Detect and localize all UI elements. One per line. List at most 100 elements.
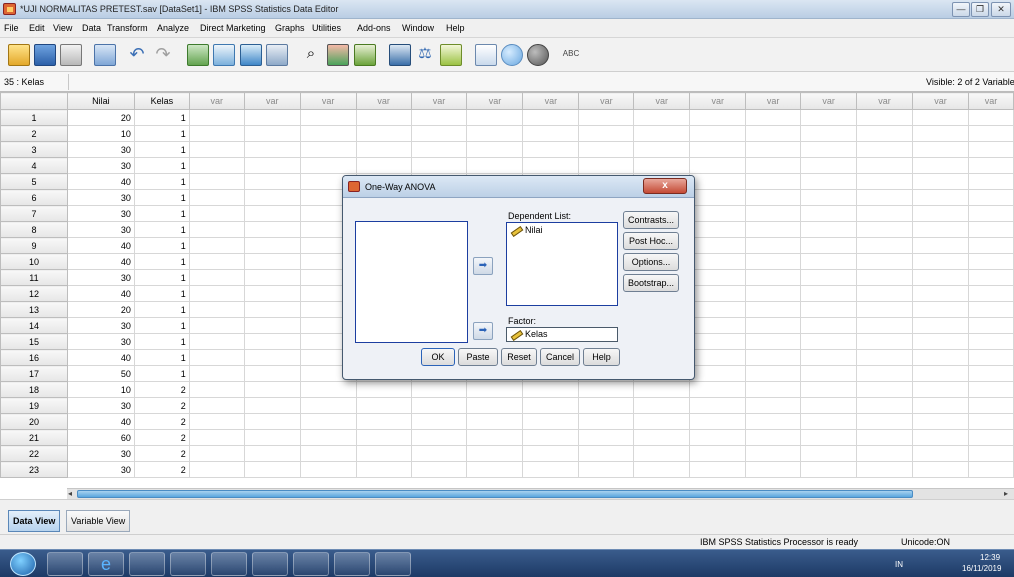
cell-kelas[interactable]: 1 — [133, 157, 190, 174]
cell-empty[interactable] — [911, 189, 969, 206]
cell-nilai[interactable]: 30 — [66, 157, 135, 174]
internet-explorer-icon[interactable]: e — [88, 552, 124, 576]
cell-empty[interactable] — [188, 461, 245, 478]
cell-empty[interactable] — [689, 253, 747, 270]
cell-nilai[interactable]: 30 — [66, 189, 135, 206]
help-button[interactable]: Help — [583, 348, 620, 366]
cell-empty[interactable] — [522, 125, 580, 142]
cell-empty[interactable] — [800, 333, 858, 350]
cell-empty[interactable] — [800, 445, 858, 462]
cell-empty[interactable] — [188, 333, 245, 350]
cell-empty[interactable] — [243, 109, 301, 126]
cell-empty[interactable] — [967, 365, 1014, 382]
pdf-reader-icon[interactable] — [334, 552, 370, 576]
corner-cell[interactable] — [0, 92, 68, 110]
cell-empty[interactable] — [800, 189, 858, 206]
menu-utilities[interactable]: Utilities — [312, 23, 341, 33]
menu-view[interactable]: View — [53, 23, 72, 33]
cell-empty[interactable] — [689, 141, 747, 158]
column-header-var-12[interactable]: var — [745, 92, 802, 110]
bootstrap-button[interactable]: Bootstrap... — [623, 274, 679, 292]
dependent-list[interactable]: Nilai — [506, 222, 618, 306]
cell-empty[interactable] — [689, 333, 747, 350]
factor-field[interactable]: Kelas — [506, 327, 618, 342]
cell-empty[interactable] — [967, 285, 1014, 302]
cell-empty[interactable] — [522, 397, 580, 414]
column-header-var-15[interactable]: var — [911, 92, 969, 110]
column-header-var-13[interactable]: var — [800, 92, 858, 110]
cell-empty[interactable] — [522, 141, 580, 158]
cell-empty[interactable] — [578, 157, 635, 174]
cell-empty[interactable] — [466, 125, 524, 142]
row-number[interactable]: 20 — [0, 413, 68, 430]
cell-empty[interactable] — [800, 269, 858, 286]
horizontal-scrollbar[interactable]: ◂ ▸ — [67, 488, 1014, 499]
row-number[interactable]: 4 — [0, 157, 68, 174]
cell-empty[interactable] — [578, 413, 635, 430]
cell-empty[interactable] — [522, 157, 580, 174]
cell-empty[interactable] — [243, 173, 301, 190]
word-icon[interactable] — [293, 552, 329, 576]
cell-empty[interactable] — [689, 173, 747, 190]
cell-empty[interactable] — [800, 205, 858, 222]
cell-empty[interactable] — [967, 301, 1014, 318]
cell-empty[interactable] — [689, 109, 747, 126]
cell-nilai[interactable]: 40 — [66, 285, 135, 302]
redo-icon[interactable]: ↷ — [152, 44, 174, 66]
cell-empty[interactable] — [689, 429, 747, 446]
cell-nilai[interactable]: 30 — [66, 221, 135, 238]
cell-empty[interactable] — [800, 285, 858, 302]
cell-empty[interactable] — [689, 221, 747, 238]
cell-empty[interactable] — [911, 349, 969, 366]
spell-check-icon[interactable]: ABC — [560, 44, 582, 66]
cell-empty[interactable] — [355, 381, 412, 398]
cell-kelas[interactable]: 1 — [133, 269, 190, 286]
cell-nilai[interactable]: 20 — [66, 301, 135, 318]
ok-button[interactable]: OK — [421, 348, 455, 366]
cell-empty[interactable] — [188, 269, 245, 286]
row-number[interactable]: 21 — [0, 429, 68, 446]
cell-empty[interactable] — [243, 317, 301, 334]
cell-empty[interactable] — [856, 461, 913, 478]
cell-empty[interactable] — [745, 125, 802, 142]
cell-empty[interactable] — [689, 301, 747, 318]
goto-case-icon[interactable] — [187, 44, 209, 66]
tab-variable-view[interactable]: Variable View — [66, 510, 131, 532]
cell-empty[interactable] — [800, 429, 858, 446]
column-header-var-6[interactable]: var — [410, 92, 468, 110]
cell-empty[interactable] — [967, 109, 1014, 126]
cell-empty[interactable] — [745, 349, 802, 366]
cell-empty[interactable] — [689, 461, 747, 478]
cell-empty[interactable] — [243, 445, 301, 462]
dependent-item-nilai[interactable]: Nilai — [507, 223, 617, 237]
cell-empty[interactable] — [745, 397, 802, 414]
cell-empty[interactable] — [911, 381, 969, 398]
cell-kelas[interactable]: 2 — [133, 429, 190, 446]
cell-empty[interactable] — [689, 285, 747, 302]
cell-empty[interactable] — [243, 141, 301, 158]
cell-empty[interactable] — [856, 445, 913, 462]
cell-empty[interactable] — [410, 461, 468, 478]
cell-empty[interactable] — [522, 445, 580, 462]
cell-empty[interactable] — [188, 365, 245, 382]
cell-empty[interactable] — [299, 125, 357, 142]
cell-empty[interactable] — [856, 413, 913, 430]
menu-data[interactable]: Data — [82, 23, 101, 33]
cell-empty[interactable] — [967, 221, 1014, 238]
cell-empty[interactable] — [745, 109, 802, 126]
cell-empty[interactable] — [188, 221, 245, 238]
row-number[interactable]: 12 — [0, 285, 68, 302]
cell-empty[interactable] — [299, 381, 357, 398]
cell-empty[interactable] — [243, 397, 301, 414]
cell-empty[interactable] — [689, 157, 747, 174]
menu-help[interactable]: Help — [446, 23, 465, 33]
spss-taskbar-icon[interactable] — [375, 552, 411, 576]
cell-kelas[interactable]: 1 — [133, 317, 190, 334]
cell-empty[interactable] — [578, 381, 635, 398]
cell-nilai[interactable]: 10 — [66, 381, 135, 398]
run-descriptives-icon[interactable] — [266, 44, 288, 66]
options-button[interactable]: Options... — [623, 253, 679, 271]
row-number[interactable]: 19 — [0, 397, 68, 414]
cell-empty[interactable] — [800, 125, 858, 142]
save-icon[interactable] — [34, 44, 56, 66]
